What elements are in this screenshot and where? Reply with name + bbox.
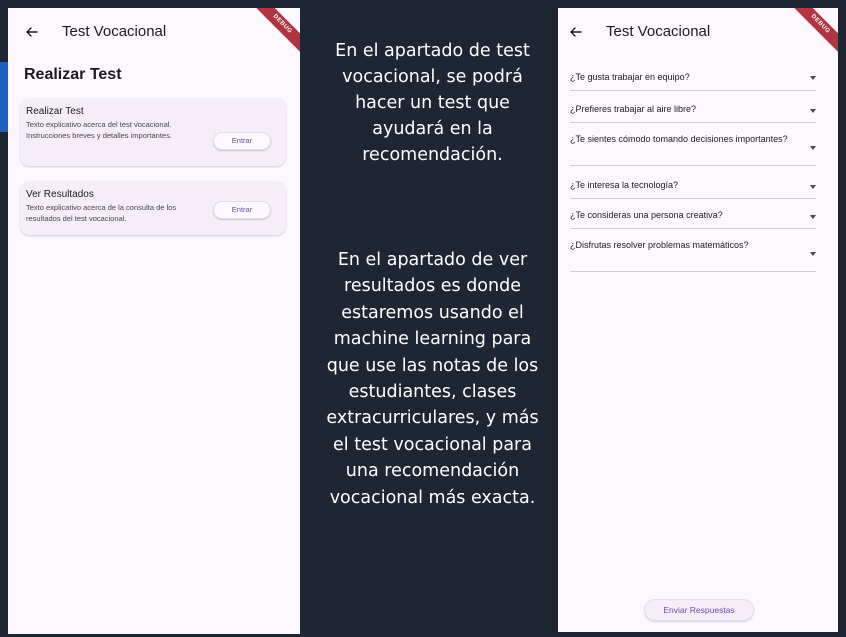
app-bar: Test Vocacional bbox=[8, 8, 300, 56]
question-text: ¿Te interesa la tecnología? bbox=[570, 180, 679, 190]
question-dropdown[interactable]: ¿Prefieres trabajar al aire libre? bbox=[570, 103, 816, 123]
card-title: Realizar Test bbox=[26, 106, 84, 117]
question-dropdown[interactable]: ¿Te sientes cómodo tomando decisiones im… bbox=[570, 133, 816, 166]
explanation-test: En el apartado de test vocacional, se po… bbox=[335, 41, 530, 165]
right-phone-screen: DEBUG Test Vocacional ¿Te gusta trabajar… bbox=[558, 8, 838, 632]
dropdown-arrow-icon[interactable] bbox=[810, 109, 816, 113]
question-dropdown[interactable]: ¿Te gusta trabajar en equipo? bbox=[570, 71, 816, 91]
question-dropdown[interactable]: ¿Disfrutas resolver problemas matemático… bbox=[570, 239, 816, 272]
card-description: Texto explicativo acerca del test vocaci… bbox=[26, 120, 172, 140]
question-text: ¿Disfrutas resolver problemas matemático… bbox=[570, 240, 749, 250]
question-dropdown[interactable]: ¿Te interesa la tecnología? bbox=[570, 179, 816, 199]
ver-resultados-card: Ver Resultados Texto explicativo acerca … bbox=[20, 181, 286, 235]
appbar-title: Test Vocacional bbox=[62, 23, 167, 40]
dropdown-arrow-icon[interactable] bbox=[810, 76, 816, 80]
question-text: ¿Te sientes cómodo tomando decisiones im… bbox=[570, 134, 788, 144]
enter-results-button[interactable]: Entrar bbox=[213, 201, 271, 219]
realizar-test-card: Realizar Test Texto explicativo acerca d… bbox=[20, 98, 286, 166]
question-text: ¿Prefieres trabajar al aire libre? bbox=[570, 104, 697, 114]
question-text: ¿Te gusta trabajar en equipo? bbox=[570, 72, 690, 82]
card-description: Texto explicativo acerca de la consulta … bbox=[26, 203, 177, 223]
question-text: ¿Te consideras una persona creativa? bbox=[570, 210, 723, 220]
window-edge-accent bbox=[0, 62, 8, 132]
enter-test-button[interactable]: Entrar bbox=[213, 132, 271, 150]
dropdown-arrow-icon[interactable] bbox=[810, 252, 816, 256]
page-title: Realizar Test bbox=[24, 66, 122, 83]
left-phone-screen: DEBUG Test Vocacional Realizar Test Real… bbox=[8, 8, 300, 634]
back-arrow-icon[interactable] bbox=[22, 22, 42, 42]
explanation-results: En el apartado de ver resultados es dond… bbox=[326, 250, 539, 508]
card-title: Ver Resultados bbox=[26, 189, 94, 200]
back-arrow-icon[interactable] bbox=[566, 22, 586, 42]
appbar-title: Test Vocacional bbox=[606, 23, 711, 40]
dropdown-arrow-icon[interactable] bbox=[810, 215, 816, 219]
dropdown-arrow-icon[interactable] bbox=[810, 185, 816, 189]
app-bar: Test Vocacional bbox=[558, 8, 838, 56]
submit-answers-button[interactable]: Enviar Respuestas bbox=[644, 599, 754, 621]
question-dropdown[interactable]: ¿Te consideras una persona creativa? bbox=[570, 209, 816, 229]
dropdown-arrow-icon[interactable] bbox=[810, 146, 816, 150]
